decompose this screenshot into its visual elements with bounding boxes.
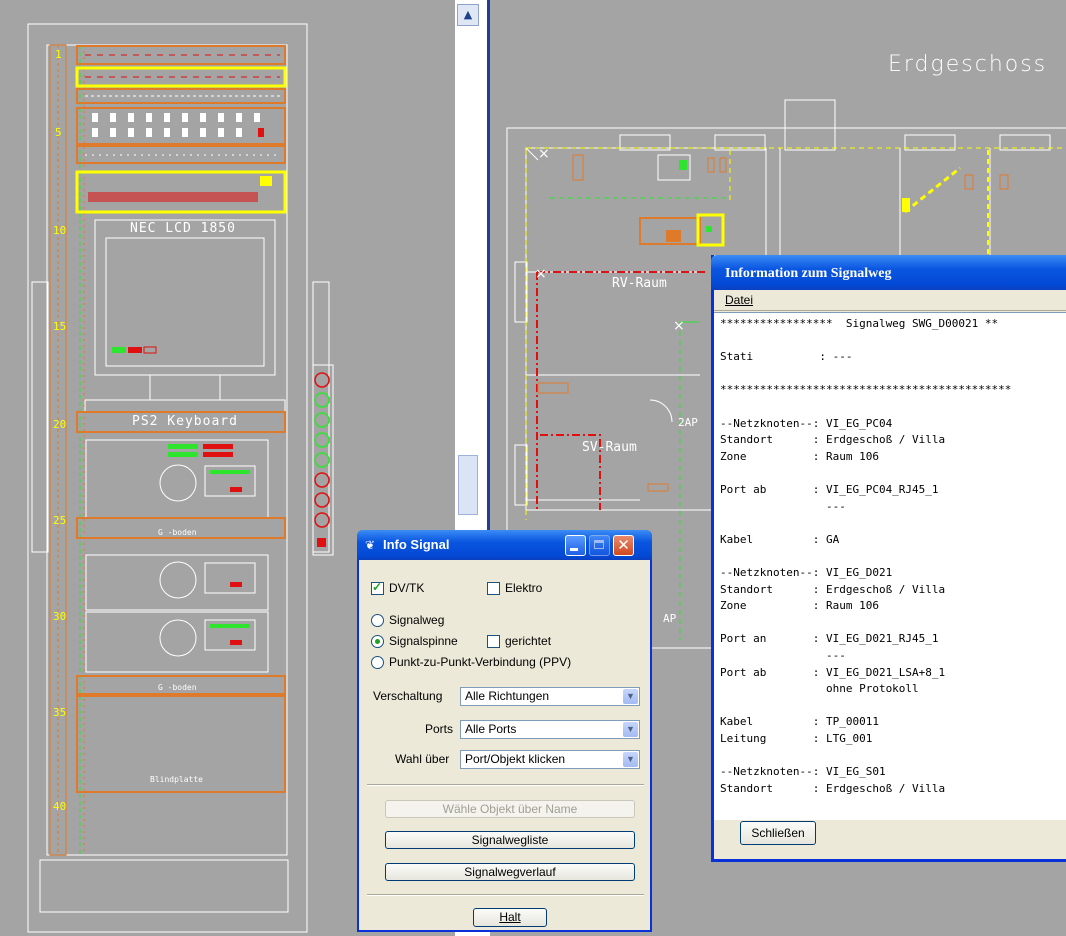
report-line: --Netzknoten--: VI_EG_PC04 (720, 416, 893, 430)
chevron-down-icon: ▼ (623, 722, 638, 737)
report-line: --- (720, 649, 846, 662)
floor-title: Erdgeschoss (888, 52, 1048, 77)
report-line: Standort : Erdgeschoß / Villa (720, 433, 946, 447)
ports-label: Ports (425, 722, 454, 736)
minimize-icon (570, 548, 578, 551)
report-line: Port an : VI_EG_D021_RJ45_1 (720, 632, 939, 646)
info-signal-window: ❦ Info Signal ✕ ✓ DV/TK Elektro Signalwe… (357, 530, 652, 932)
ports-value: Alle Ports (465, 722, 517, 736)
ppv-radio[interactable] (371, 656, 384, 669)
gerichtet-checkbox[interactable] (487, 635, 500, 648)
report-line: --Netzknoten--: VI_EG_D021 (720, 566, 893, 579)
ppv-label[interactable]: Punkt-zu-Punkt-Verbindung (PPV) (389, 655, 571, 669)
chevron-down-icon: ▼ (623, 689, 638, 704)
wahl-value: Port/Objekt klicken (465, 752, 566, 766)
ports-select[interactable]: Alle Ports ▼ (460, 720, 640, 739)
report-line: Zone : Raum 106 (720, 599, 879, 613)
elektro-label[interactable]: Elektro (505, 581, 542, 595)
maximize-button[interactable] (589, 535, 610, 556)
shelf-label-1: G -boden (158, 528, 197, 537)
divider (367, 784, 644, 786)
halt-button[interactable]: Halt (473, 908, 547, 927)
outlet-label-ap: AP (663, 612, 677, 625)
report-line: --- (720, 499, 846, 513)
signalweg-info-titlebar[interactable]: Information zum Signalweg (711, 255, 1066, 290)
room-label-rv: RV-Raum (612, 276, 667, 291)
svg-text:×: × (538, 146, 550, 162)
select-object-by-name-button[interactable]: Wähle Objekt über Name (385, 800, 635, 818)
svg-text:×: × (673, 318, 685, 334)
rack-unit-15: 15 (53, 320, 67, 333)
dvtk-checkbox[interactable]: ✓ (371, 580, 384, 595)
scroll-up-button[interactable]: ▲ (457, 4, 479, 26)
close-button[interactable]: ✕ (613, 535, 634, 556)
report-line: ohne Protokoll (720, 682, 919, 696)
report-line: Port ab : VI_EG_D021_LSA+8_1 (720, 665, 946, 679)
signalwegliste-button[interactable]: Signalwegliste (385, 831, 635, 849)
report-line: ****************************************… (720, 383, 1012, 397)
report-line: Zone : Raum 106 (720, 449, 879, 463)
info-signal-title: Info Signal (383, 537, 450, 552)
report-line: Standort : Erdgeschoß / Villa (720, 582, 946, 596)
chevron-down-icon: ▼ (623, 752, 638, 767)
signalwegverlauf-button[interactable]: Signalwegverlauf (385, 863, 635, 881)
scrollbar-thumb[interactable] (458, 455, 478, 515)
close-icon: ✕ (617, 536, 630, 554)
blank-panel-label: Blindplatte (150, 775, 203, 784)
report-line: --Netzknoten--: VI_EG_S01 (720, 765, 886, 779)
close-dialog-button[interactable]: Schließen (740, 821, 816, 845)
signalspinne-label[interactable]: Signalspinne (389, 634, 458, 648)
verschaltung-value: Alle Richtungen (465, 689, 550, 703)
verschaltung-select[interactable]: Alle Richtungen ▼ (460, 687, 640, 706)
divider (367, 894, 644, 896)
room-label-sv: SV-Raum (582, 440, 637, 455)
report-line: Port ab : VI_EG_PC04_RJ45_1 (720, 483, 939, 496)
report-line: Kabel : GA (720, 532, 840, 546)
report-line: Kabel : TP_00011 (720, 715, 879, 729)
maximize-icon (594, 540, 604, 549)
rack-unit-25: 25 (53, 514, 67, 527)
rack-unit-20: 20 (53, 418, 67, 431)
check-icon: ✓ (372, 580, 383, 594)
signalweg-label[interactable]: Signalweg (389, 613, 444, 627)
verschaltung-label: Verschaltung (373, 689, 443, 703)
rack-unit-5: 5 (55, 126, 62, 139)
rack-unit-1: 1 (55, 48, 62, 61)
rack-unit-30: 30 (53, 610, 67, 623)
signalspinne-radio[interactable] (371, 635, 384, 648)
signalweg-radio[interactable] (371, 614, 384, 627)
report-line: ***************** Signalweg SWG_D00021 *… (720, 317, 999, 330)
rack-unit-40: 40 (53, 800, 67, 813)
report-line: Standort : Erdgeschoß / Villa (720, 781, 946, 795)
report-line: Stati : --- (720, 350, 853, 364)
wahl-label: Wahl über (395, 752, 450, 766)
app-icon: ❦ (365, 538, 376, 552)
report-line: Leitung : LTG_001 (720, 732, 873, 745)
signalweg-text-area[interactable]: ***************** Signalweg SWG_D00021 *… (714, 312, 1066, 820)
minimize-button[interactable] (565, 535, 586, 556)
rack-unit-10: 10 (53, 224, 67, 237)
monitor-label: NEC LCD 1850 (130, 221, 236, 236)
menu-bar: Datei (714, 290, 1066, 311)
menu-datei[interactable]: Datei (725, 293, 753, 307)
signalweg-info-window: Information zum Signalweg Datei ********… (711, 255, 1066, 862)
outlet-label-2ap: 2AP (678, 416, 698, 429)
keyboard-label: PS2 Keyboard (132, 414, 238, 429)
svg-text:×: × (535, 266, 547, 282)
elektro-checkbox[interactable] (487, 582, 500, 595)
gerichtet-label[interactable]: gerichtet (505, 634, 551, 648)
shelf-label-2: G -boden (158, 683, 197, 692)
info-signal-titlebar[interactable]: ❦ Info Signal ✕ (357, 530, 652, 560)
wahl-select[interactable]: Port/Objekt klicken ▼ (460, 750, 640, 769)
rack-unit-35: 35 (53, 706, 67, 719)
signalweg-info-title: Information zum Signalweg (725, 266, 892, 281)
dvtk-label[interactable]: DV/TK (389, 581, 424, 595)
